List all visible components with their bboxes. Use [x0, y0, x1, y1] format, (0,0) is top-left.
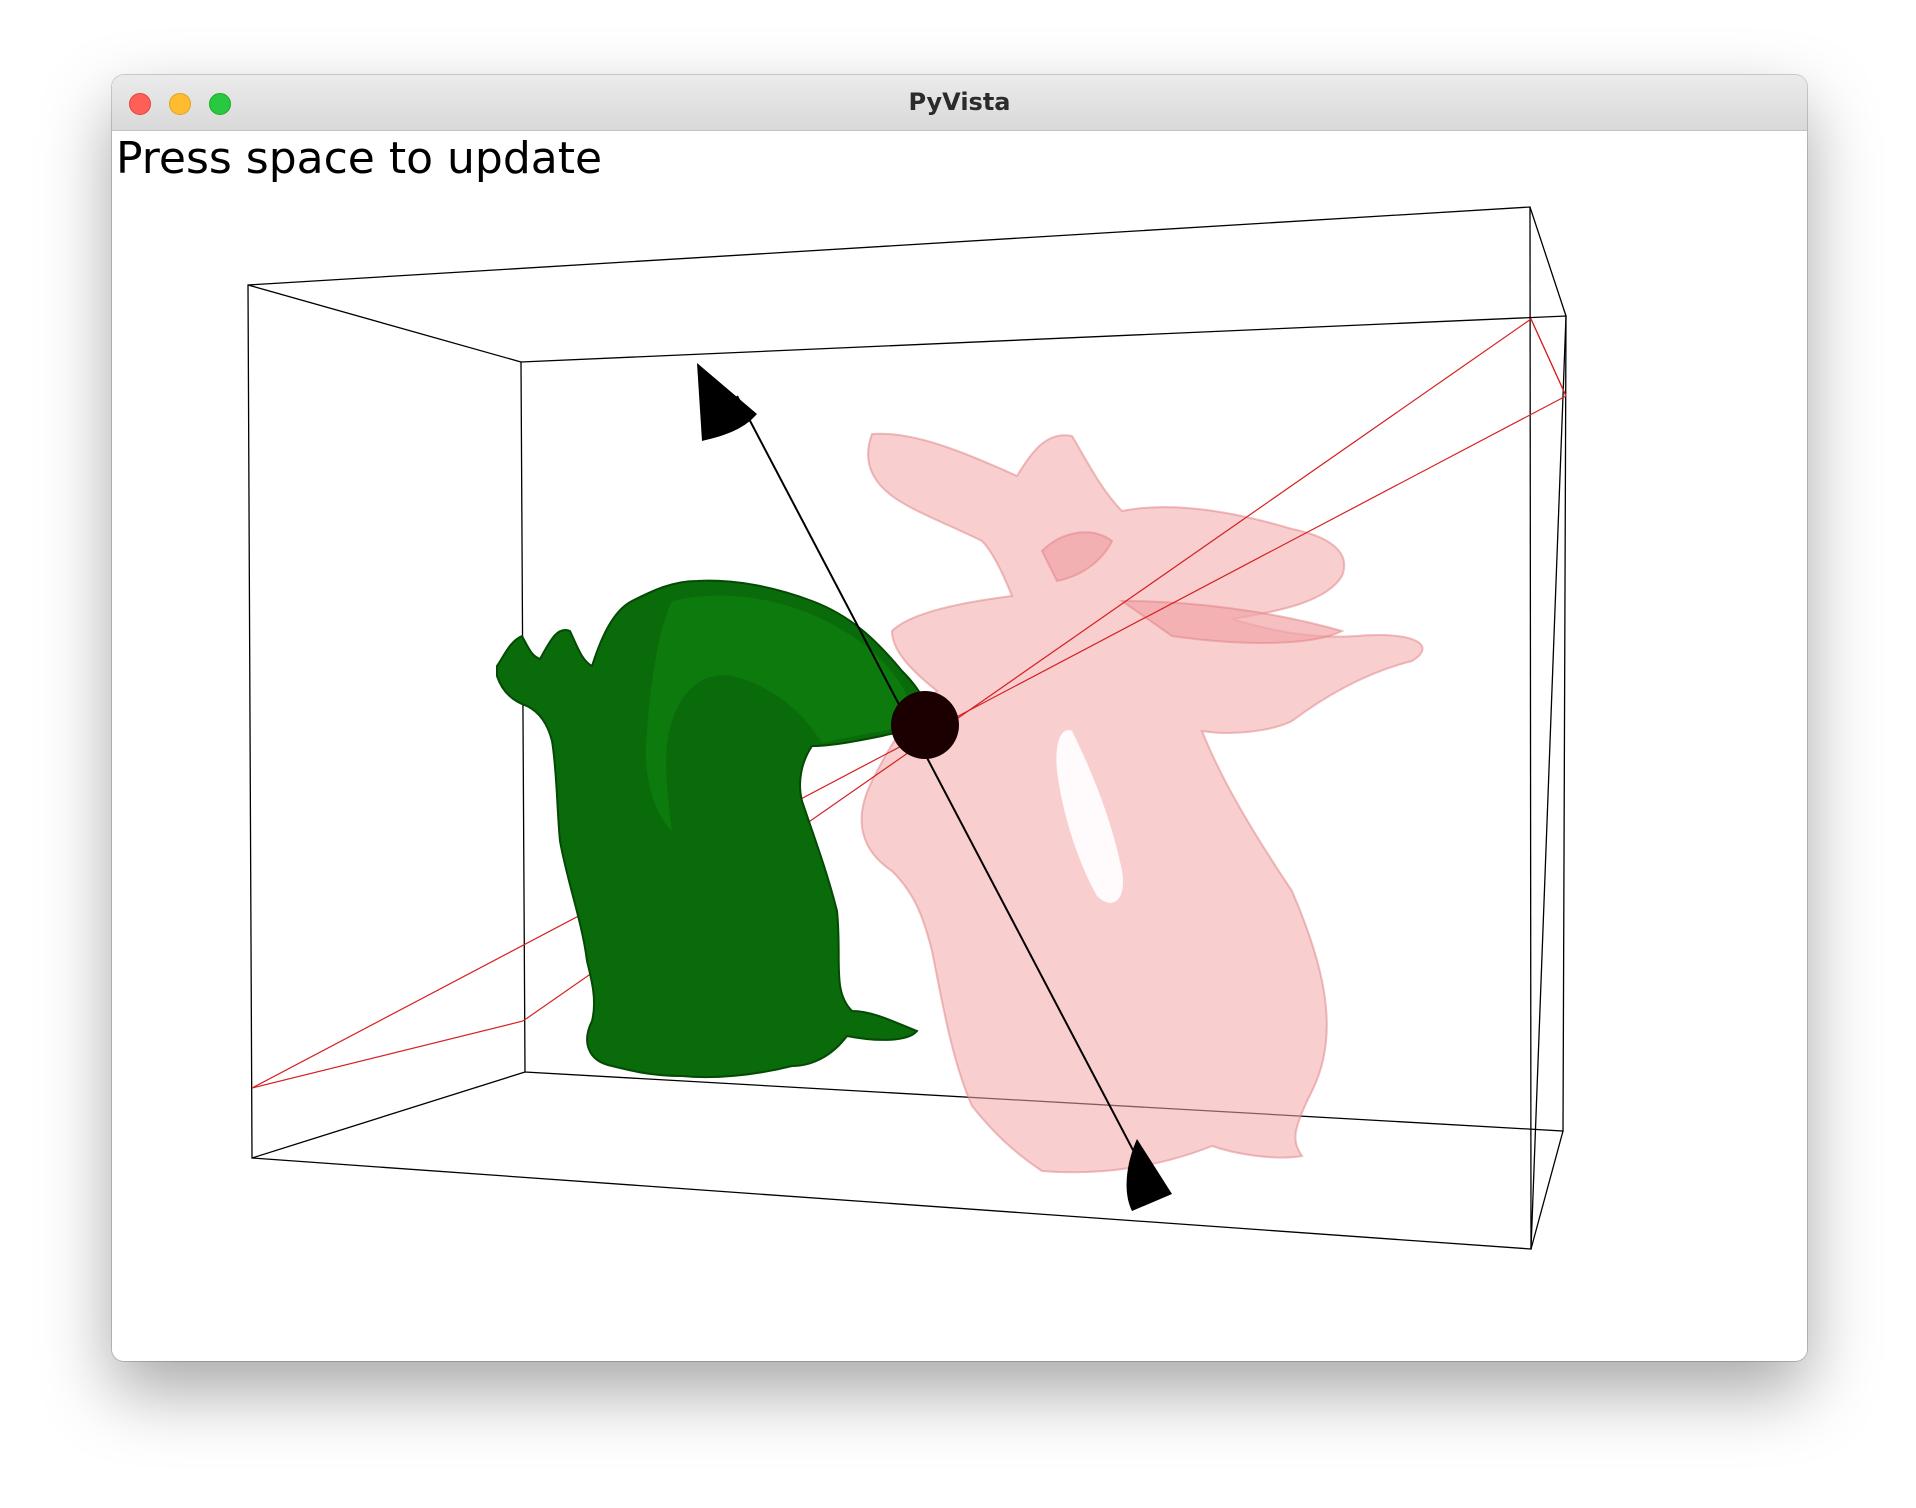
widget-center-handle[interactable]: [891, 691, 959, 759]
window-title: PyVista: [908, 88, 1011, 116]
widget-cone-top[interactable]: [697, 363, 757, 441]
bbox-edge-bl: [251, 1071, 526, 1159]
render-viewport[interactable]: Press space to update: [112, 131, 1807, 1361]
hint-text: Press space to update: [116, 133, 603, 184]
bbox-edge-tl: [247, 284, 522, 363]
app-window: PyVista Press space to update: [112, 75, 1807, 1361]
3d-scene[interactable]: [112, 131, 1807, 1361]
title-bar[interactable]: PyVista: [112, 75, 1807, 131]
target-mesh: [860, 432, 1424, 1174]
bbox-edge-tr: [1529, 206, 1532, 1250]
bbox-edge-br: [1530, 1130, 1564, 1250]
